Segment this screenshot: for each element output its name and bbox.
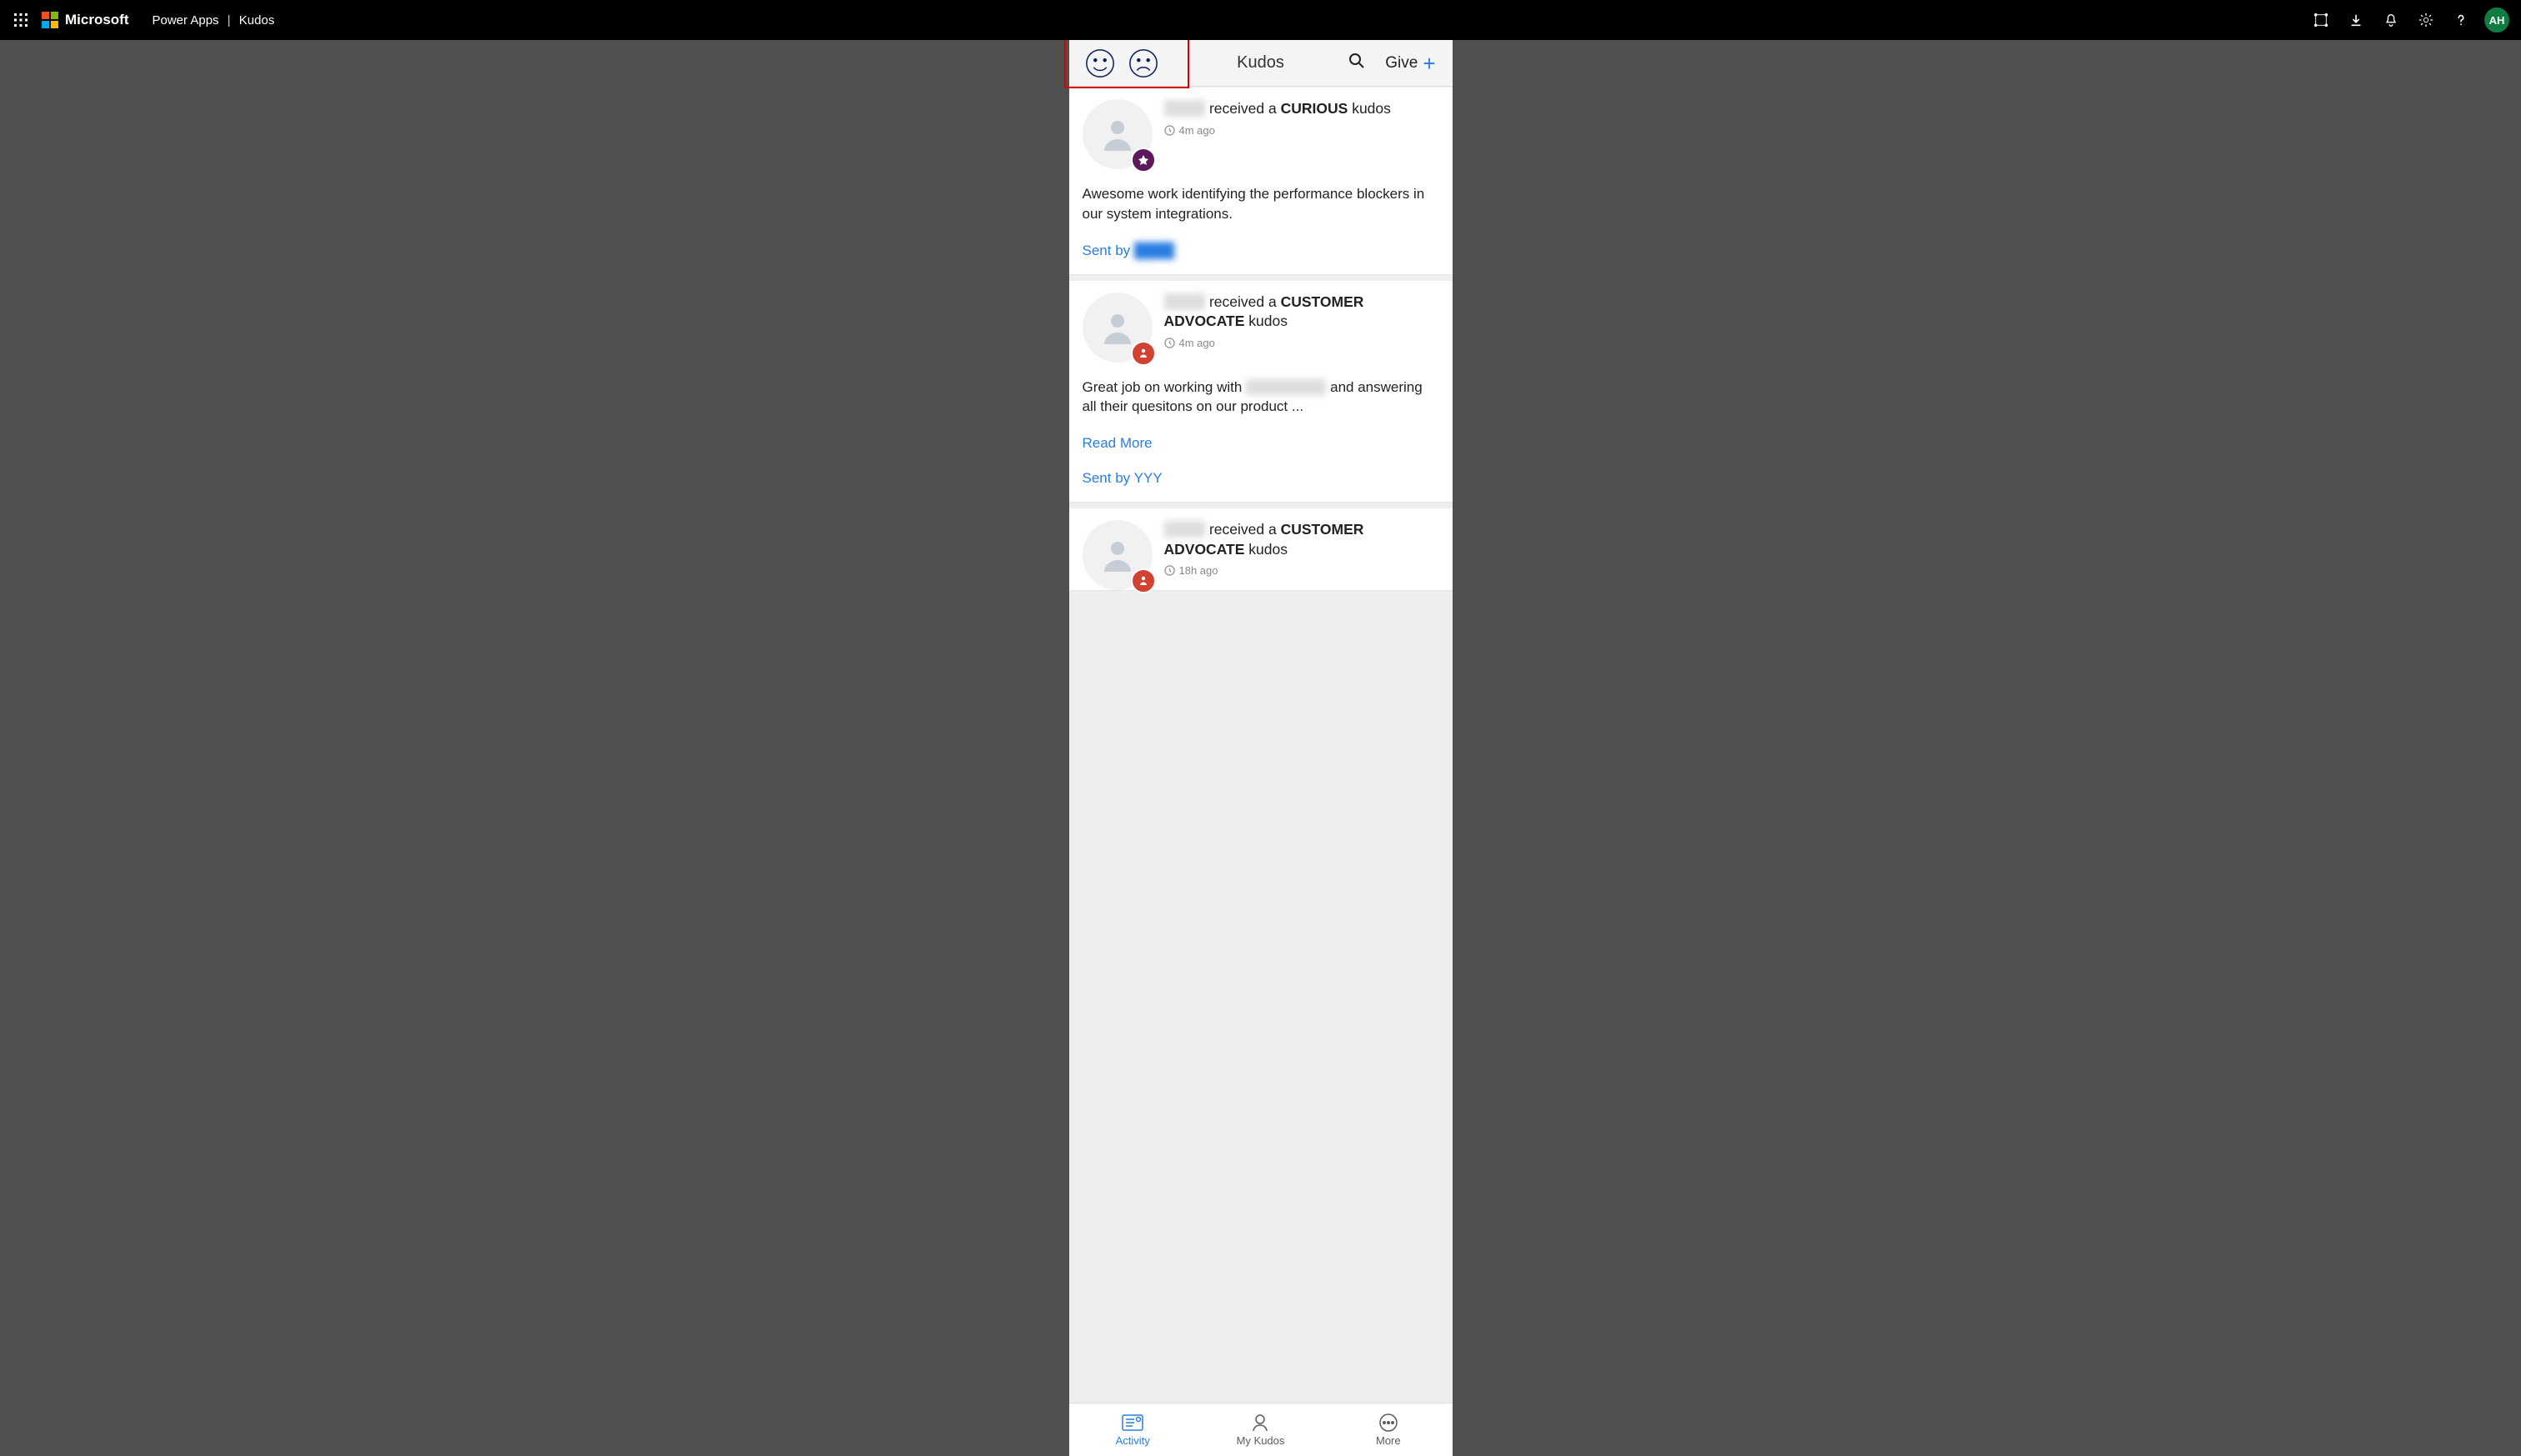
breadcrumb-app[interactable]: Power Apps: [153, 13, 219, 28]
more-icon: [1377, 1413, 1400, 1433]
recipient-avatar: [1083, 293, 1153, 363]
user-avatar[interactable]: AH: [2484, 8, 2509, 33]
app-launcher-icon[interactable]: [7, 6, 35, 34]
tab-more[interactable]: More: [1324, 1403, 1452, 1456]
microsoft-brand-text: Microsoft: [65, 12, 129, 28]
kudos-app: Kudos Give +: [1069, 40, 1453, 1456]
kudos-timestamp: 4m ago: [1164, 124, 1439, 137]
smiley-face-icon[interactable]: [1083, 46, 1118, 81]
help-icon[interactable]: [2444, 3, 2478, 37]
tab-label: My Kudos: [1237, 1434, 1285, 1447]
breadcrumb: Power Apps | Kudos: [153, 13, 275, 28]
kudos-card[interactable]: ████ received a CUSTOMER ADVOCATE kudos …: [1069, 508, 1453, 591]
plus-icon: +: [1423, 53, 1435, 74]
breadcrumb-separator: |: [228, 13, 231, 28]
sad-face-icon[interactable]: [1126, 46, 1161, 81]
microsoft-logo-icon: [42, 12, 58, 28]
give-label: Give: [1385, 54, 1418, 73]
kudos-badge-icon: [1131, 148, 1156, 173]
top-right-icons: AH: [2304, 3, 2514, 37]
activity-list-icon: [1121, 1413, 1144, 1433]
kudos-feed: ████ received a CURIOUS kudos 4m ago Awe…: [1069, 87, 1453, 1403]
recipient-avatar: [1083, 520, 1153, 590]
sent-by-link[interactable]: Sent by YYY: [1083, 470, 1439, 487]
kudos-timestamp: 18h ago: [1164, 564, 1439, 577]
clock-icon: [1164, 125, 1175, 136]
tab-label: More: [1376, 1434, 1401, 1447]
person-icon: [1098, 114, 1138, 154]
person-icon: [1098, 535, 1138, 575]
kudos-headline: ████ received a CUSTOMER ADVOCATE kudos: [1164, 520, 1439, 559]
frame-icon[interactable]: [2304, 3, 2338, 37]
kudos-message: Great job on working with ████████ and a…: [1083, 378, 1439, 418]
bottom-tab-bar: Activity My Kudos More: [1069, 1403, 1453, 1456]
give-button[interactable]: Give +: [1385, 53, 1435, 74]
microsoft-logo[interactable]: Microsoft: [42, 12, 129, 28]
app-title: Kudos: [1237, 53, 1284, 73]
tab-my-kudos[interactable]: My Kudos: [1197, 1403, 1324, 1456]
read-more-link[interactable]: Read More: [1083, 435, 1439, 452]
kudos-badge-icon: [1131, 341, 1156, 366]
sent-by-link[interactable]: Sent by ████: [1083, 243, 1439, 259]
person-icon: [1248, 1413, 1272, 1433]
download-icon[interactable]: [2339, 3, 2373, 37]
app-stage: Kudos Give +: [0, 40, 2521, 1456]
avatar-initials: AH: [2489, 14, 2505, 27]
kudos-badge-icon: [1131, 568, 1156, 593]
tab-label: Activity: [1116, 1434, 1150, 1447]
tab-activity[interactable]: Activity: [1069, 1403, 1197, 1456]
kudos-headline: ████ received a CURIOUS kudos: [1164, 99, 1439, 119]
clock-icon: [1164, 338, 1175, 348]
microsoft-top-bar: Microsoft Power Apps | Kudos AH: [0, 0, 2521, 40]
gear-icon[interactable]: [2409, 3, 2443, 37]
breadcrumb-page[interactable]: Kudos: [239, 13, 275, 28]
search-icon[interactable]: [1348, 53, 1365, 73]
bell-icon[interactable]: [2374, 3, 2408, 37]
feedback-mood-buttons: [1079, 46, 1161, 81]
kudos-card[interactable]: ████ received a CUSTOMER ADVOCATE kudos …: [1069, 280, 1453, 503]
kudos-timestamp: 4m ago: [1164, 337, 1439, 349]
kudos-message: Awesome work identifying the performance…: [1083, 184, 1439, 224]
kudos-headline: ████ received a CUSTOMER ADVOCATE kudos: [1164, 293, 1439, 332]
person-icon: [1098, 308, 1138, 348]
recipient-avatar: [1083, 99, 1153, 169]
app-header: Kudos Give +: [1069, 40, 1453, 87]
kudos-card[interactable]: ████ received a CURIOUS kudos 4m ago Awe…: [1069, 87, 1453, 275]
clock-icon: [1164, 565, 1175, 576]
